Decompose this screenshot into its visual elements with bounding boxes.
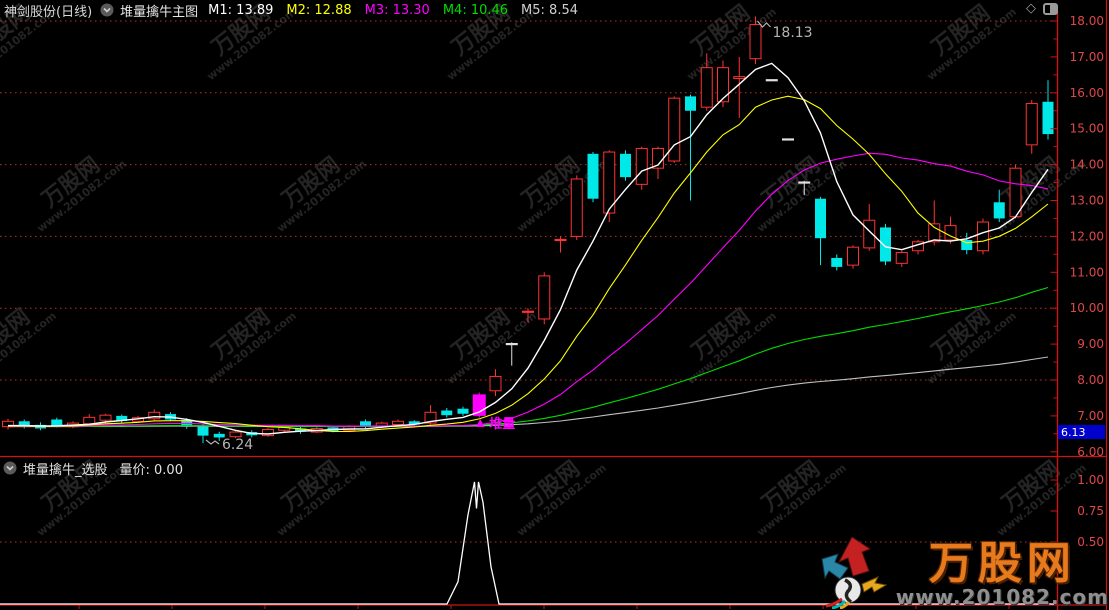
lower-panel-header: 堆量擒牛_选股 量价: 0.00 [0, 459, 1053, 477]
svg-text:15.00: 15.00 [1070, 122, 1104, 136]
candle [718, 60, 729, 107]
svg-text:14.00: 14.00 [1070, 158, 1104, 172]
svg-text:13.00: 13.00 [1070, 194, 1104, 208]
candle [913, 240, 924, 254]
main-chart-canvas[interactable]: 18.0017.0016.0015.0014.0013.0012.0011.00… [0, 0, 1109, 610]
svg-text:18.13: 18.13 [773, 25, 813, 41]
ma-value: M3: 13.30 [365, 3, 430, 18]
candle [360, 419, 371, 428]
topbar-icons: ◇ [1026, 2, 1058, 16]
stock-title: 神剑股份(日线) [4, 1, 92, 20]
panel-toggle-icon[interactable] [1043, 3, 1058, 15]
candle [653, 147, 664, 179]
ma-line-m3 [8, 153, 1048, 426]
candle [441, 408, 452, 417]
ma-value: M4: 10.46 [443, 3, 508, 18]
candle [571, 175, 582, 240]
candle [636, 147, 647, 190]
candle [490, 369, 501, 396]
candle [522, 308, 534, 322]
svg-text:0.75: 0.75 [1077, 504, 1104, 518]
header-bar: 神剑股份(日线) 堆量擒牛主图 M1: 13.89 M2: 12.88 M3: 13… [0, 0, 1109, 20]
svg-text:9.00: 9.00 [1077, 337, 1104, 351]
axis-labels: 18.0017.0016.0015.0014.0013.0012.0011.00… [1070, 14, 1104, 549]
ma-value: M5: 8.54 [521, 3, 578, 18]
svg-text:8.00: 8.00 [1077, 373, 1104, 387]
svg-text:10.00: 10.00 [1070, 301, 1104, 315]
candle [994, 190, 1005, 222]
site-logo[interactable]: 万股网 www.201082.com [812, 537, 1109, 609]
candle [458, 407, 469, 416]
indicator-title[interactable]: 堆量擒牛主图 [120, 1, 198, 20]
candle [263, 428, 274, 437]
svg-text:6.24: 6.24 [222, 437, 253, 453]
logo-title: 万股网 [896, 543, 1109, 585]
price-tag: 6.13 [1058, 425, 1105, 439]
diamond-icon[interactable]: ◇ [1026, 2, 1036, 16]
candle [701, 53, 712, 110]
candle [880, 224, 891, 265]
ma-values: M1: 13.89 M2: 12.88 M3: 13.30 M4: 10.46 M5: … [208, 3, 578, 18]
svg-text:6.13: 6.13 [1061, 426, 1086, 439]
svg-text:1.00: 1.00 [1077, 473, 1104, 487]
candle [669, 96, 680, 162]
candle [945, 217, 956, 244]
candle [1043, 80, 1054, 139]
svg-text:12.00: 12.00 [1070, 229, 1104, 243]
collapse-chevron-icon[interactable] [100, 3, 114, 17]
candle [506, 342, 518, 365]
logo-url: www.201082.com [896, 585, 1109, 609]
candles-layer [3, 16, 1054, 443]
candle [539, 272, 550, 324]
candle [978, 218, 989, 254]
svg-text:7.00: 7.00 [1077, 409, 1104, 423]
collapse-chevron-icon[interactable] [3, 461, 17, 475]
ma-value: M1: 13.89 [208, 3, 273, 18]
candle [620, 150, 631, 181]
candle [588, 152, 599, 202]
candle [831, 254, 842, 270]
candle [815, 197, 826, 265]
ma-line-m2 [8, 96, 1048, 431]
candle [929, 201, 940, 246]
svg-text:11.00: 11.00 [1070, 265, 1104, 279]
svg-text:16.00: 16.00 [1070, 86, 1104, 100]
candle [555, 236, 567, 252]
candle [848, 245, 859, 268]
candle [116, 414, 127, 423]
axis-frame [0, 0, 1107, 610]
svg-text:17.00: 17.00 [1070, 50, 1104, 64]
candle [3, 419, 14, 430]
ma-value: M2: 12.88 [286, 3, 351, 18]
logo-arrows-icon [812, 537, 894, 609]
trading-terminal: { "header": { "stock_title": "神剑股份(日线)",… [0, 0, 1109, 610]
candle [149, 409, 160, 420]
ma-line-m1 [8, 63, 1048, 434]
candle [896, 251, 907, 267]
lower-indicator-title[interactable]: 堆量擒牛_选股 [23, 459, 108, 478]
candle [604, 150, 615, 222]
svg-text:堆量: 堆量 [489, 416, 515, 432]
candle [685, 95, 696, 201]
candle [1026, 100, 1037, 154]
logo-text: 万股网 www.201082.com [896, 543, 1109, 609]
svg-text:6.00: 6.00 [1077, 445, 1104, 459]
candle [798, 181, 810, 195]
ma-lines [8, 63, 1048, 434]
lower-indicator-value: 量价: 0.00 [120, 459, 183, 478]
candle [295, 427, 306, 434]
